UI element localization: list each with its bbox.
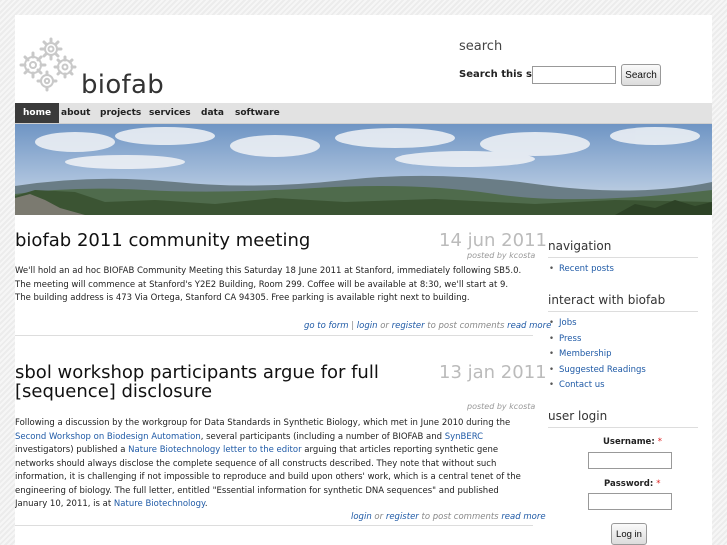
list-item: Press (549, 332, 646, 348)
search-heading: search (459, 39, 503, 54)
list-item: Membership (549, 347, 646, 363)
divider (15, 525, 533, 526)
to-post-text: to post comments (418, 512, 502, 522)
list-item: Contact us (549, 378, 646, 394)
nature-biotech-link[interactable]: Nature Biotechnology (114, 499, 205, 509)
log-in-button[interactable]: Log in (611, 523, 647, 545)
post-links: go to form | login or register to post c… (304, 321, 551, 331)
password-input[interactable] (588, 493, 672, 510)
body-text: Following a discussion by the workgroup … (15, 418, 511, 428)
divider (548, 311, 698, 312)
recent-posts-link[interactable]: Recent posts (559, 264, 614, 274)
or-text: or (371, 512, 386, 522)
body-text: . (204, 499, 208, 509)
register-link[interactable]: register (386, 512, 419, 522)
nav-item-data[interactable]: data (201, 103, 224, 123)
username-input[interactable] (588, 452, 672, 469)
password-label-text: Password: (604, 479, 654, 489)
press-link[interactable]: Press (559, 334, 581, 344)
navigation-list: Recent posts (549, 262, 614, 278)
post-date: 14 jun 2011 (439, 230, 547, 251)
nav-item-services[interactable]: services (149, 103, 191, 123)
search-input[interactable] (532, 66, 616, 84)
post-date: 13 jan 2011 (439, 362, 547, 383)
login-link[interactable]: login (351, 512, 372, 522)
divider (548, 427, 698, 428)
username-label: Username: * (603, 437, 662, 447)
biodesign-workshop-link[interactable]: Second Workshop on Biodesign Automation (15, 432, 201, 442)
password-label: Password: * (604, 479, 660, 489)
post-author: posted by kcosta (467, 251, 536, 260)
navigation-heading: navigation (548, 239, 612, 253)
post-author: posted by kcosta (467, 402, 536, 411)
nav-item-software[interactable]: software (235, 103, 280, 123)
gears-logo-icon[interactable] (19, 35, 81, 95)
search-button[interactable]: Search (621, 64, 661, 86)
post-title-line: [sequence] disclosure (15, 381, 213, 402)
list-item: Recent posts (549, 262, 614, 278)
banner-landscape-image (15, 124, 712, 215)
divider (15, 335, 533, 336)
divider (548, 257, 698, 258)
user-login-heading: user login (548, 409, 608, 423)
required-mark: * (656, 479, 661, 489)
read-more-link[interactable]: read more (501, 512, 545, 522)
to-post-text: to post comments (424, 321, 508, 331)
read-more-link[interactable]: read more (507, 321, 551, 331)
interact-list: Jobs Press Membership Suggested Readings… (549, 316, 646, 394)
letter-link[interactable]: Nature Biotechnology letter to the edito… (128, 445, 301, 455)
separator: | (348, 321, 357, 331)
login-link[interactable]: login (357, 321, 378, 331)
list-item: Suggested Readings (549, 363, 646, 379)
interact-heading: interact with biofab (548, 293, 666, 307)
synberc-link[interactable]: SynBERC (445, 432, 483, 442)
post-body: Following a discussion by the workgroup … (15, 417, 527, 512)
username-label-text: Username: (603, 437, 655, 447)
membership-link[interactable]: Membership (559, 349, 612, 359)
post-title[interactable]: sbol workshop participants argue for ful… (15, 363, 379, 401)
or-text: or (377, 321, 392, 331)
body-text: investigators) published a (15, 445, 129, 455)
main-nav: home about projects services data softwa… (15, 103, 712, 124)
nav-item-home[interactable]: home (15, 103, 60, 123)
nav-item-about[interactable]: about (61, 103, 90, 123)
contact-us-link[interactable]: Contact us (559, 380, 605, 390)
post-links: login or register to post comments read … (351, 512, 546, 522)
post-title-line: sbol workshop participants argue for ful… (15, 362, 379, 383)
nav-item-projects[interactable]: projects (100, 103, 141, 123)
body-text: , several participants (including a numb… (200, 431, 445, 442)
register-link[interactable]: register (392, 321, 425, 331)
post-title[interactable]: biofab 2011 community meeting (15, 231, 310, 250)
jobs-link[interactable]: Jobs (559, 318, 577, 328)
list-item: Jobs (549, 316, 646, 332)
go-to-forum-link[interactable]: go to form (304, 321, 349, 331)
suggested-readings-link[interactable]: Suggested Readings (559, 365, 646, 375)
post-body: We'll hold an ad hoc BIOFAB Community Me… (15, 266, 522, 303)
site-name[interactable]: biofab (81, 70, 164, 100)
required-mark: * (657, 437, 662, 447)
page: biofab search Search this site: Search h… (15, 15, 712, 545)
